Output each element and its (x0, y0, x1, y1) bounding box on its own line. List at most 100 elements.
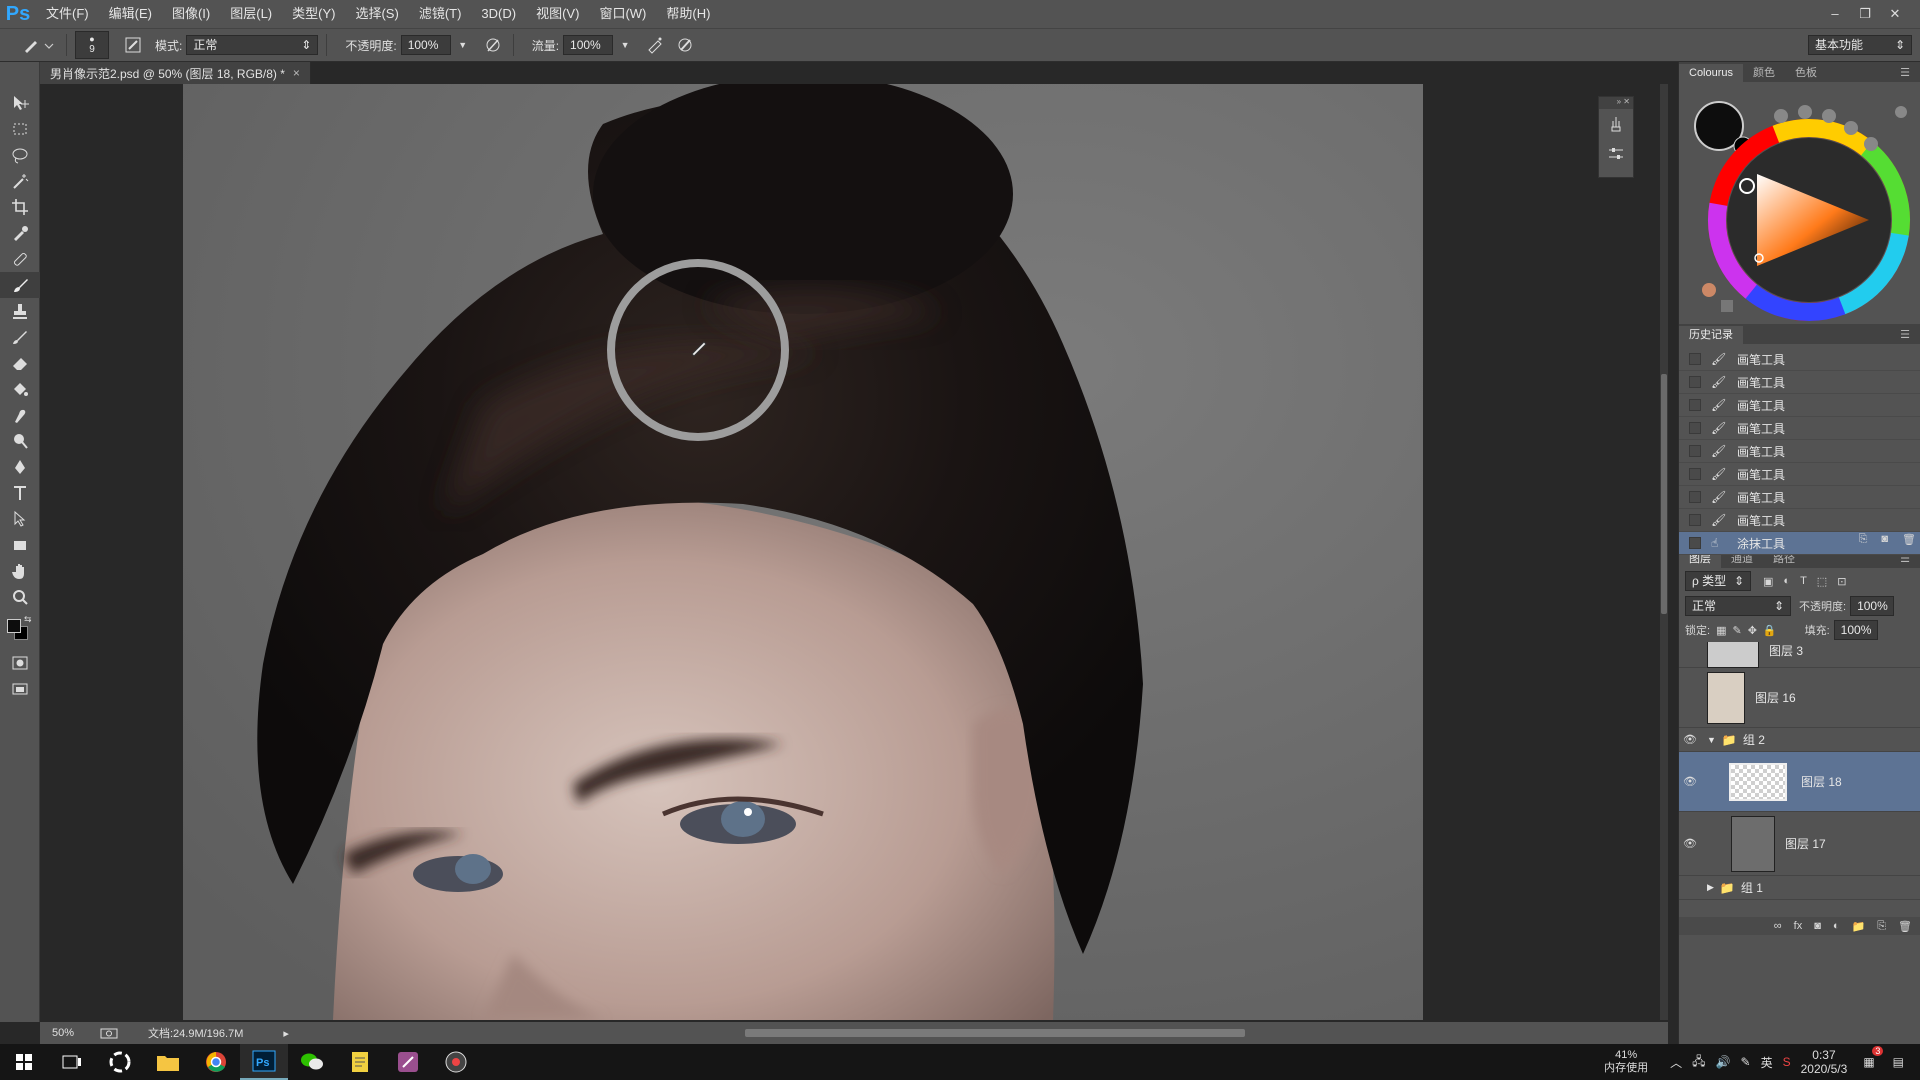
history-checkbox[interactable] (1689, 445, 1701, 457)
panel-menu-icon[interactable]: ☰ (1890, 64, 1920, 82)
tab-colourus[interactable]: Colourus (1679, 64, 1744, 82)
app-paint-tool[interactable] (384, 1044, 432, 1080)
menu-select[interactable]: 选择(S) (345, 0, 408, 28)
menu-layer[interactable]: 图层(L) (220, 0, 282, 28)
fx-icon[interactable]: fx (1794, 920, 1803, 932)
airbrush-button[interactable] (643, 33, 667, 57)
scroll-thumb[interactable] (1661, 374, 1667, 614)
layer-opacity-input[interactable]: 100% (1850, 596, 1895, 616)
lock-all-icon[interactable]: 🔒 (1763, 624, 1777, 637)
lasso-tool[interactable] (0, 142, 40, 168)
app-wechat[interactable] (288, 1044, 336, 1080)
menu-edit[interactable]: 编辑(E) (99, 0, 162, 28)
adjustment-filter-icon[interactable]: ◐ (1783, 575, 1790, 588)
horizontal-scrollbar[interactable] (305, 1027, 1405, 1039)
tab-swatches[interactable]: 色板 (1785, 64, 1827, 82)
calendar-icon[interactable]: ▦ 3 (1863, 1046, 1884, 1069)
panel-menu-icon[interactable]: ☰ (1890, 326, 1920, 344)
menu-filter[interactable]: 滤镜(T) (409, 0, 472, 28)
layer-row[interactable]: 图层 3 (1679, 642, 1920, 668)
pressure-opacity-button[interactable] (481, 33, 505, 57)
paint-bucket-tool[interactable] (0, 376, 40, 402)
group-row[interactable]: 👁 ▼ 📁 组 2 (1679, 728, 1920, 752)
tab-color[interactable]: 颜色 (1743, 64, 1785, 82)
history-item[interactable]: 🖌 画笔工具 (1679, 440, 1920, 463)
layer-filter-select[interactable]: ρ 类型 ⇕ (1685, 571, 1751, 591)
lock-transparency-icon[interactable]: ▦ (1716, 624, 1726, 637)
magic-wand-tool[interactable] (0, 168, 40, 194)
move-tool[interactable] (0, 90, 40, 116)
menu-image[interactable]: 图像(I) (162, 0, 220, 28)
eye-icon[interactable]: 👁 (1679, 775, 1701, 788)
document-tab[interactable]: 男肖像示范2.psd @ 50% (图层 18, RGB/8) * × (40, 62, 311, 84)
history-item[interactable]: 🖌 画笔工具 (1679, 348, 1920, 371)
workspace-switcher[interactable]: 基本功能 ⇕ (1808, 35, 1912, 55)
hand-tool[interactable] (0, 558, 40, 584)
lock-position-icon[interactable]: ✥ (1748, 624, 1757, 637)
chevron-down-icon[interactable]: ▼ (1707, 735, 1716, 745)
app-file-explorer[interactable] (144, 1044, 192, 1080)
opacity-input[interactable]: 100% (400, 35, 451, 55)
dodge-tool[interactable] (0, 428, 40, 454)
dock-brush-tool-button[interactable] (1599, 109, 1633, 139)
status-menu-arrow-icon[interactable]: ▸ (283, 1027, 289, 1040)
rectangle-tool[interactable] (0, 532, 40, 558)
quick-mask-button[interactable] (0, 650, 40, 676)
flow-input[interactable]: 100% (563, 35, 614, 55)
tab-history[interactable]: 历史记录 (1679, 326, 1743, 344)
history-checkbox[interactable] (1689, 353, 1701, 365)
trash-icon[interactable]: 🗑 (1898, 920, 1912, 933)
eye-icon[interactable]: 👁 (1679, 733, 1701, 746)
pen-icon[interactable]: ✎ (1741, 1055, 1751, 1069)
smudge-tool[interactable] (0, 402, 40, 428)
square-mode-icon[interactable] (1721, 300, 1733, 312)
brush-tool[interactable] (0, 272, 40, 298)
smart-object-filter-icon[interactable]: ⊡ (1837, 575, 1846, 588)
new-document-from-state-icon[interactable]: ⎘ (1859, 533, 1868, 546)
history-item[interactable]: 🖌 画笔工具 (1679, 486, 1920, 509)
pen-tool[interactable] (0, 454, 40, 480)
swap-colors-icon[interactable]: ⇆ (24, 614, 32, 625)
vertical-scrollbar[interactable] (1660, 84, 1668, 1020)
type-tool[interactable] (0, 480, 40, 506)
history-item[interactable]: 🖌 画笔工具 (1679, 371, 1920, 394)
sogou-icon[interactable]: S (1783, 1055, 1791, 1069)
memory-usage[interactable]: 41% 内存使用 (1604, 1049, 1648, 1075)
dock-settings-button[interactable] (1599, 139, 1633, 169)
marquee-tool[interactable] (0, 116, 40, 142)
volume-icon[interactable]: 🔊 (1716, 1055, 1731, 1069)
eyedropper-tool[interactable] (0, 220, 40, 246)
history-item[interactable]: 🖌 画笔工具 (1679, 417, 1920, 440)
group-row[interactable]: ▶ 📁 组 1 (1679, 876, 1920, 900)
snapshot-icon[interactable]: ◙ (1881, 533, 1888, 546)
layer-row[interactable]: 图层 16 (1679, 668, 1920, 728)
fill-input[interactable]: 100% (1833, 620, 1878, 640)
menu-3d[interactable]: 3D(D) (471, 0, 526, 28)
layer-row-selected[interactable]: 👁 图层 18 (1679, 752, 1920, 812)
history-checkbox[interactable] (1689, 399, 1701, 411)
minimize-button[interactable]: – (1820, 4, 1850, 24)
clock[interactable]: 0:37 2020/5/3 (1801, 1048, 1848, 1076)
ime-indicator[interactable]: 英 (1761, 1054, 1773, 1071)
flow-dropdown[interactable]: ▼ (613, 33, 637, 57)
camera-icon[interactable] (100, 1027, 118, 1039)
history-item[interactable]: 🖌 画笔工具 (1679, 463, 1920, 486)
history-brush-tool[interactable] (0, 324, 40, 350)
pressure-size-button[interactable] (673, 33, 697, 57)
close-tab-icon[interactable]: × (293, 66, 300, 80)
add-mask-icon[interactable]: ◙ (1814, 920, 1821, 932)
palette-icon[interactable] (1702, 283, 1716, 297)
blend-mode-select[interactable]: 正常 ⇕ (1685, 596, 1791, 616)
tool-preset-picker[interactable] (18, 33, 58, 57)
path-selection-tool[interactable] (0, 506, 40, 532)
lock-image-icon[interactable]: ✎ (1732, 624, 1741, 637)
app-chrome[interactable] (192, 1044, 240, 1080)
layer-row[interactable]: 👁 图层 17 (1679, 812, 1920, 876)
start-button[interactable] (0, 1044, 48, 1080)
zoom-level[interactable]: 50% (52, 1027, 100, 1039)
foreground-color-swatch[interactable] (7, 619, 21, 633)
eraser-tool[interactable] (0, 350, 40, 376)
app-photoshop[interactable]: Ps (240, 1044, 288, 1080)
zoom-tool[interactable] (0, 584, 40, 610)
healing-brush-tool[interactable] (0, 246, 40, 272)
